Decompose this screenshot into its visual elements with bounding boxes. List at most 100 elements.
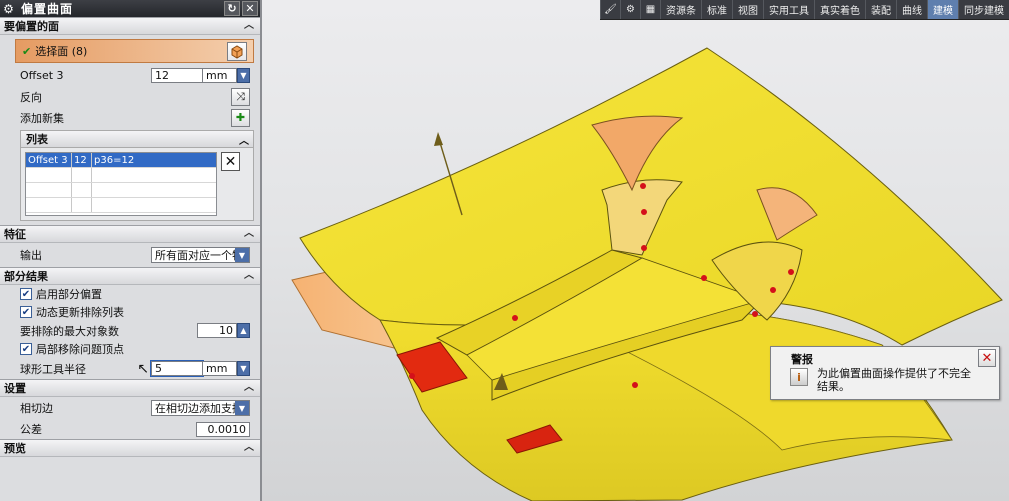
list-table[interactable]: Offset 3 12 p36=12 bbox=[25, 152, 217, 216]
offset-row: Offset 3 12 mm ▼ bbox=[0, 65, 260, 86]
max-exclude-label: 要排除的最大对象数 bbox=[20, 324, 119, 338]
chevron-up-icon[interactable]: ︿ bbox=[242, 269, 256, 283]
list-title: 列表 bbox=[26, 133, 48, 146]
offset-value-input[interactable]: 12 bbox=[151, 68, 203, 83]
list-body: Offset 3 12 p36=12 ✕ bbox=[21, 148, 253, 220]
section-faces-header[interactable]: 要偏置的面 ︿ bbox=[0, 17, 260, 35]
grid-icon[interactable]: ▦ bbox=[640, 0, 660, 19]
close-icon[interactable]: ✕ bbox=[242, 1, 258, 16]
enable-partial-row[interactable]: ✔ 启用部分偏置 bbox=[0, 285, 260, 303]
ball-radius-input[interactable]: 5 bbox=[150, 360, 204, 377]
tab-utilities[interactable]: 实用工具 bbox=[763, 0, 814, 19]
table-cell: p36=12 bbox=[94, 155, 135, 166]
warning-popup: 警报 i 为此偏置曲面操作提供了不完全结果。 ✕ bbox=[770, 346, 1000, 400]
max-exclude-row: 要排除的最大对象数 10 ▲ bbox=[0, 321, 260, 340]
tangent-label: 相切边 bbox=[20, 402, 53, 415]
select-face-label: 选择面 (8) bbox=[35, 45, 88, 58]
tangent-select[interactable]: 在相切边添加支撑 ▼ bbox=[151, 400, 250, 416]
list-group: 列表 ︿ Offset 3 12 p36=12 ✕ bbox=[20, 130, 254, 221]
gear-icon[interactable]: ⚙ bbox=[620, 0, 640, 19]
gear-icon[interactable]: ⚙ bbox=[0, 2, 17, 16]
offset-unit[interactable]: mm bbox=[203, 68, 237, 83]
tangent-row: 相切边 在相切边添加支撑 ▼ bbox=[0, 397, 260, 419]
table-cell bbox=[26, 168, 72, 182]
graphics-viewport[interactable] bbox=[262, 0, 1009, 501]
tab-modeling[interactable]: 建模 bbox=[927, 0, 958, 19]
chevron-down-icon[interactable]: ▼ bbox=[235, 401, 249, 415]
tab-sync-modeling[interactable]: 同步建模 bbox=[958, 0, 1009, 19]
table-cell: 12 bbox=[72, 153, 92, 167]
output-label: 输出 bbox=[20, 249, 42, 262]
table-row[interactable] bbox=[26, 198, 216, 213]
ribbon-bar: 🖌 ⚙ ▦ 资源条 标准 视图 实用工具 真实着色 装配 曲线 建模 同步建模 bbox=[600, 0, 1009, 20]
dynamic-update-row[interactable]: ✔ 动态更新排除列表 bbox=[0, 303, 260, 321]
tab-view[interactable]: 视图 bbox=[732, 0, 763, 19]
local-remove-label: 局部移除问题顶点 bbox=[36, 343, 124, 356]
local-remove-row[interactable]: ✔ 局部移除问题顶点 bbox=[0, 340, 260, 358]
table-cell bbox=[92, 168, 216, 182]
dialog-title: 偏置曲面 bbox=[21, 2, 74, 16]
tolerance-input[interactable]: 0.0010 bbox=[196, 421, 250, 437]
offset-unit-dropdown-icon[interactable]: ▼ bbox=[237, 68, 250, 83]
color-palette-icon[interactable]: 🖌 bbox=[600, 0, 620, 19]
table-row[interactable] bbox=[26, 183, 216, 198]
section-preview-header[interactable]: 预览 ︿ bbox=[0, 439, 260, 457]
table-row[interactable] bbox=[26, 168, 216, 183]
tab-true-shading[interactable]: 真实着色 bbox=[814, 0, 865, 19]
section-feature-header[interactable]: 特征 ︿ bbox=[0, 225, 260, 243]
tolerance-row: 公差 0.0010 bbox=[0, 419, 260, 439]
enable-partial-checkbox[interactable]: ✔ bbox=[20, 288, 32, 300]
section-partial-title: 部分结果 bbox=[4, 270, 48, 283]
section-settings-header[interactable]: 设置 ︿ bbox=[0, 379, 260, 397]
warning-message: 为此偏置曲面操作提供了不完全结果。 bbox=[817, 367, 971, 393]
output-select[interactable]: 所有面对应一个特 ▼ bbox=[151, 247, 250, 263]
table-cell bbox=[26, 183, 72, 197]
dynamic-update-checkbox[interactable]: ✔ bbox=[20, 306, 32, 318]
section-preview-title: 预览 bbox=[4, 442, 26, 455]
delete-icon[interactable]: ✕ bbox=[221, 152, 240, 171]
table-cell bbox=[72, 168, 92, 182]
section-faces-title: 要偏置的面 bbox=[4, 20, 59, 33]
ball-radius-unit-dropdown-icon[interactable]: ▼ bbox=[237, 361, 250, 376]
ball-radius-unit[interactable]: mm bbox=[203, 361, 237, 376]
face-cube-icon[interactable] bbox=[227, 42, 247, 61]
add-set-row: 添加新集 ✚ bbox=[0, 107, 260, 128]
chevron-up-icon[interactable]: ︿ bbox=[242, 441, 256, 455]
section-partial-header[interactable]: 部分结果 ︿ bbox=[0, 267, 260, 285]
local-remove-checkbox[interactable]: ✔ bbox=[20, 343, 32, 355]
chevron-down-icon[interactable]: ▼ bbox=[235, 248, 249, 262]
mouse-cursor-icon: ↖ bbox=[137, 360, 149, 377]
chevron-up-icon[interactable]: ︿ bbox=[242, 19, 256, 33]
section-settings-title: 设置 bbox=[4, 382, 26, 395]
table-row[interactable]: Offset 3 12 p36=12 bbox=[26, 153, 216, 168]
info-icon: i bbox=[790, 368, 808, 386]
offset-surface-dialog: ⚙ 偏置曲面 ↻ ✕ 要偏置的面 ︿ ✔ 选择面 (8) Offset 3 12… bbox=[0, 0, 262, 501]
tolerance-label: 公差 bbox=[20, 423, 42, 436]
max-exclude-spinner-icon[interactable]: ▲ bbox=[237, 323, 250, 338]
section-feature-title: 特征 bbox=[4, 228, 26, 241]
model-drawing bbox=[291, 47, 1003, 501]
output-select-value: 所有面对应一个特 bbox=[155, 249, 235, 262]
add-set-icon[interactable]: ✚ bbox=[231, 108, 250, 127]
add-set-label: 添加新集 bbox=[20, 111, 64, 125]
close-icon[interactable]: ✕ bbox=[978, 349, 996, 367]
select-face-button[interactable]: ✔ 选择面 (8) bbox=[15, 39, 254, 63]
tab-resource-bar[interactable]: 资源条 bbox=[660, 0, 701, 19]
chevron-up-icon[interactable]: ︿ bbox=[239, 132, 249, 147]
reverse-label: 反向 bbox=[20, 90, 42, 104]
table-cell: Offset 3 bbox=[26, 153, 72, 167]
reset-icon[interactable]: ↻ bbox=[224, 1, 240, 16]
list-header[interactable]: 列表 ︿ bbox=[21, 131, 253, 148]
table-cell bbox=[92, 198, 216, 212]
reverse-direction-icon[interactable]: ⤨ bbox=[231, 87, 250, 106]
tab-standard[interactable]: 标准 bbox=[701, 0, 732, 19]
chevron-up-icon[interactable]: ︿ bbox=[242, 381, 256, 395]
chevron-up-icon[interactable]: ︿ bbox=[242, 227, 256, 241]
offset-label: Offset 3 bbox=[20, 69, 64, 82]
tab-assembly[interactable]: 装配 bbox=[865, 0, 896, 19]
tangent-select-value: 在相切边添加支撑 bbox=[155, 402, 235, 415]
ball-radius-label: 球形工具半径 bbox=[20, 362, 86, 376]
tab-curve[interactable]: 曲线 bbox=[896, 0, 927, 19]
table-cell bbox=[26, 198, 72, 212]
max-exclude-input[interactable]: 10 bbox=[197, 323, 237, 338]
